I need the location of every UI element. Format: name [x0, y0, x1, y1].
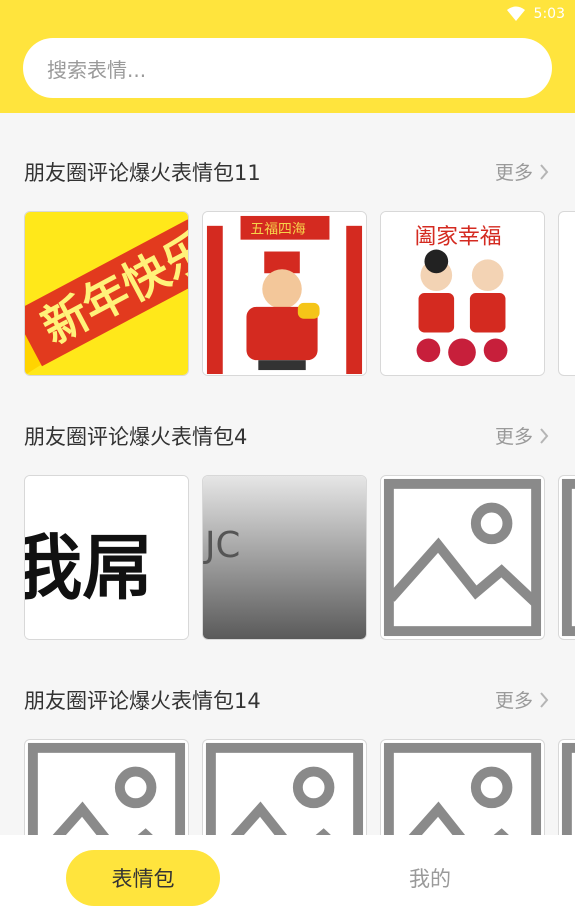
sticker-thumbnail[interactable]	[558, 475, 575, 640]
thumbnail-row: 我屌 JC	[24, 475, 575, 641]
status-time: 5:03	[533, 6, 565, 22]
more-label: 更多	[494, 162, 533, 184]
tab-me[interactable]: 我的	[380, 850, 480, 906]
image-placeholder-icon	[27, 742, 186, 835]
sticker-list[interactable]: 朋友圈评论爆火表情包11 更多 新年快乐 五福四海 阖家幸福 朋友圈评论爆火表情…	[0, 113, 575, 835]
sticker-text: 阖家幸福	[415, 225, 502, 250]
status-bar: 5:03	[506, 4, 565, 24]
more-button[interactable]: 更多	[495, 158, 549, 185]
sticker-section: 朋友圈评论爆火表情包11 更多 新年快乐 五福四海 阖家幸福	[0, 113, 575, 376]
sticker-thumbnail[interactable]	[24, 739, 189, 835]
sticker-thumbnail[interactable]	[380, 475, 545, 640]
fortune-god-sticker-image: 五福四海	[203, 212, 366, 375]
image-placeholder-icon	[383, 478, 542, 637]
more-label: 更多	[494, 426, 533, 448]
more-label: 更多	[494, 690, 533, 712]
thumbnail-row	[24, 739, 575, 835]
image-placeholder-icon	[561, 478, 575, 637]
new-year-sticker-image: 新年快乐	[25, 212, 188, 375]
sticker-thumbnail[interactable]	[558, 739, 575, 835]
gradient-sticker-image: JC	[203, 476, 366, 639]
sticker-section: 朋友圈评论爆火表情包14 更多	[0, 641, 575, 835]
sticker-thumbnail[interactable]: JC	[202, 475, 367, 640]
image-placeholder-icon	[383, 742, 542, 835]
family-happiness-sticker-image: 阖家幸福	[381, 212, 544, 375]
wifi-icon	[506, 6, 525, 21]
sticker-text: 我屌	[25, 527, 153, 610]
more-button[interactable]: 更多	[495, 422, 549, 449]
search-input[interactable]: 搜索表情...	[23, 38, 552, 98]
section-title: 朋友圈评论爆火表情包11	[24, 161, 261, 185]
bottom-navigation: 表情包 我的	[0, 835, 575, 921]
tab-stickers[interactable]: 表情包	[66, 850, 220, 906]
chevron-right-icon	[540, 163, 549, 180]
sticker-thumbnail[interactable]	[202, 739, 367, 835]
sticker-thumbnail[interactable]: 新年快乐	[24, 211, 189, 376]
top-header: 5:03 搜索表情...	[0, 0, 575, 113]
sticker-thumbnail[interactable]: 阖家幸福	[380, 211, 545, 376]
sticker-thumbnail[interactable]: 五福四海	[202, 211, 367, 376]
chevron-right-icon	[540, 427, 549, 444]
image-placeholder-icon	[205, 742, 364, 835]
chevron-right-icon	[540, 691, 549, 708]
sticker-section: 朋友圈评论爆火表情包4 更多 我屌 JC	[0, 377, 575, 640]
more-button[interactable]: 更多	[495, 686, 549, 713]
section-title: 朋友圈评论爆火表情包14	[24, 689, 261, 713]
text-sticker-image: 我屌	[25, 476, 188, 639]
sticker-thumbnail[interactable]	[380, 739, 545, 835]
search-placeholder: 搜索表情...	[47, 57, 147, 82]
sticker-text: 五福四海	[250, 222, 305, 238]
sticker-thumbnail[interactable]: 我屌	[24, 475, 189, 640]
section-title: 朋友圈评论爆火表情包4	[24, 425, 248, 449]
image-placeholder-icon	[561, 742, 575, 835]
sticker-text: JC	[203, 525, 240, 566]
thumbnail-row: 新年快乐 五福四海 阖家幸福	[24, 211, 575, 377]
sticker-thumbnail[interactable]	[558, 211, 575, 376]
